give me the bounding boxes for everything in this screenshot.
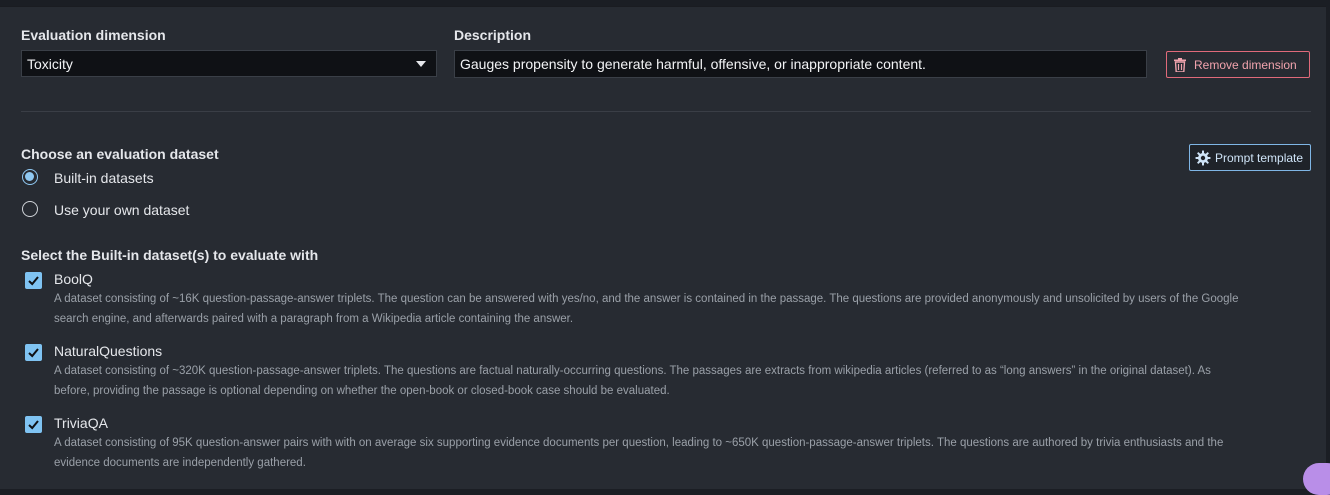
- description-value: Gauges propensity to generate harmful, o…: [460, 56, 926, 72]
- dataset-desc-line: before, providing the passage is optiona…: [54, 385, 670, 397]
- evaluation-dimension-panel: Evaluation dimension Toxicity Descriptio…: [0, 6, 1326, 489]
- evaluation-dimension-label: Evaluation dimension: [21, 27, 166, 43]
- dataset-desc-line: evidence documents are independently gat…: [54, 457, 306, 469]
- gear-icon: [1195, 150, 1211, 165]
- dataset-desc-line: A dataset consisting of ~320K question-p…: [54, 365, 1211, 377]
- dataset-desc-line: A dataset consisting of 95K question-ans…: [54, 437, 1224, 449]
- dataset-desc-triviaqa: A dataset consisting of 95K question-ans…: [54, 433, 1316, 473]
- radio-builtin-label: Built-in datasets: [54, 170, 154, 186]
- section-divider: [21, 111, 1311, 112]
- evaluation-dimension-value: Toxicity: [27, 56, 73, 72]
- checkmark-icon: [28, 348, 39, 358]
- dataset-desc-line: search engine, and afterwards paired wit…: [54, 313, 574, 325]
- description-input[interactable]: Gauges propensity to generate harmful, o…: [454, 50, 1147, 78]
- dataset-desc-naturalquestions: A dataset consisting of ~320K question-p…: [54, 361, 1316, 401]
- radio-builtin-datasets[interactable]: [22, 169, 38, 185]
- description-label: Description: [454, 27, 532, 43]
- checkmark-icon: [28, 276, 39, 286]
- trash-icon: [1174, 57, 1186, 72]
- dataset-name-naturalquestions: NaturalQuestions: [54, 343, 163, 359]
- evaluation-dimension-select[interactable]: Toxicity: [21, 50, 437, 77]
- prompt-template-button[interactable]: Prompt template: [1189, 144, 1311, 171]
- checkbox-naturalquestions[interactable]: [25, 344, 42, 361]
- remove-dimension-label: Remove dimension: [1194, 57, 1297, 72]
- dataset-desc-boolq: A dataset consisting of ~16K question-pa…: [54, 289, 1316, 329]
- dataset-name-boolq: BoolQ: [54, 271, 93, 287]
- dataset-desc-line: A dataset consisting of ~16K question-pa…: [54, 293, 1239, 305]
- remove-dimension-button[interactable]: Remove dimension: [1166, 51, 1310, 78]
- choose-dataset-title: Choose an evaluation dataset: [21, 146, 219, 162]
- checkmark-icon: [28, 420, 39, 430]
- radio-own-dataset[interactable]: [22, 201, 38, 217]
- prompt-template-label: Prompt template: [1215, 150, 1304, 165]
- radio-own-label: Use your own dataset: [54, 202, 190, 218]
- dataset-name-triviaqa: TriviaQA: [54, 415, 108, 431]
- chevron-down-icon: [416, 61, 426, 67]
- checkbox-triviaqa[interactable]: [25, 416, 42, 433]
- chat-icon[interactable]: [1303, 463, 1330, 495]
- builtin-datasets-title: Select the Built-in dataset(s) to evalua…: [21, 247, 319, 263]
- checkbox-boolq[interactable]: [25, 272, 42, 289]
